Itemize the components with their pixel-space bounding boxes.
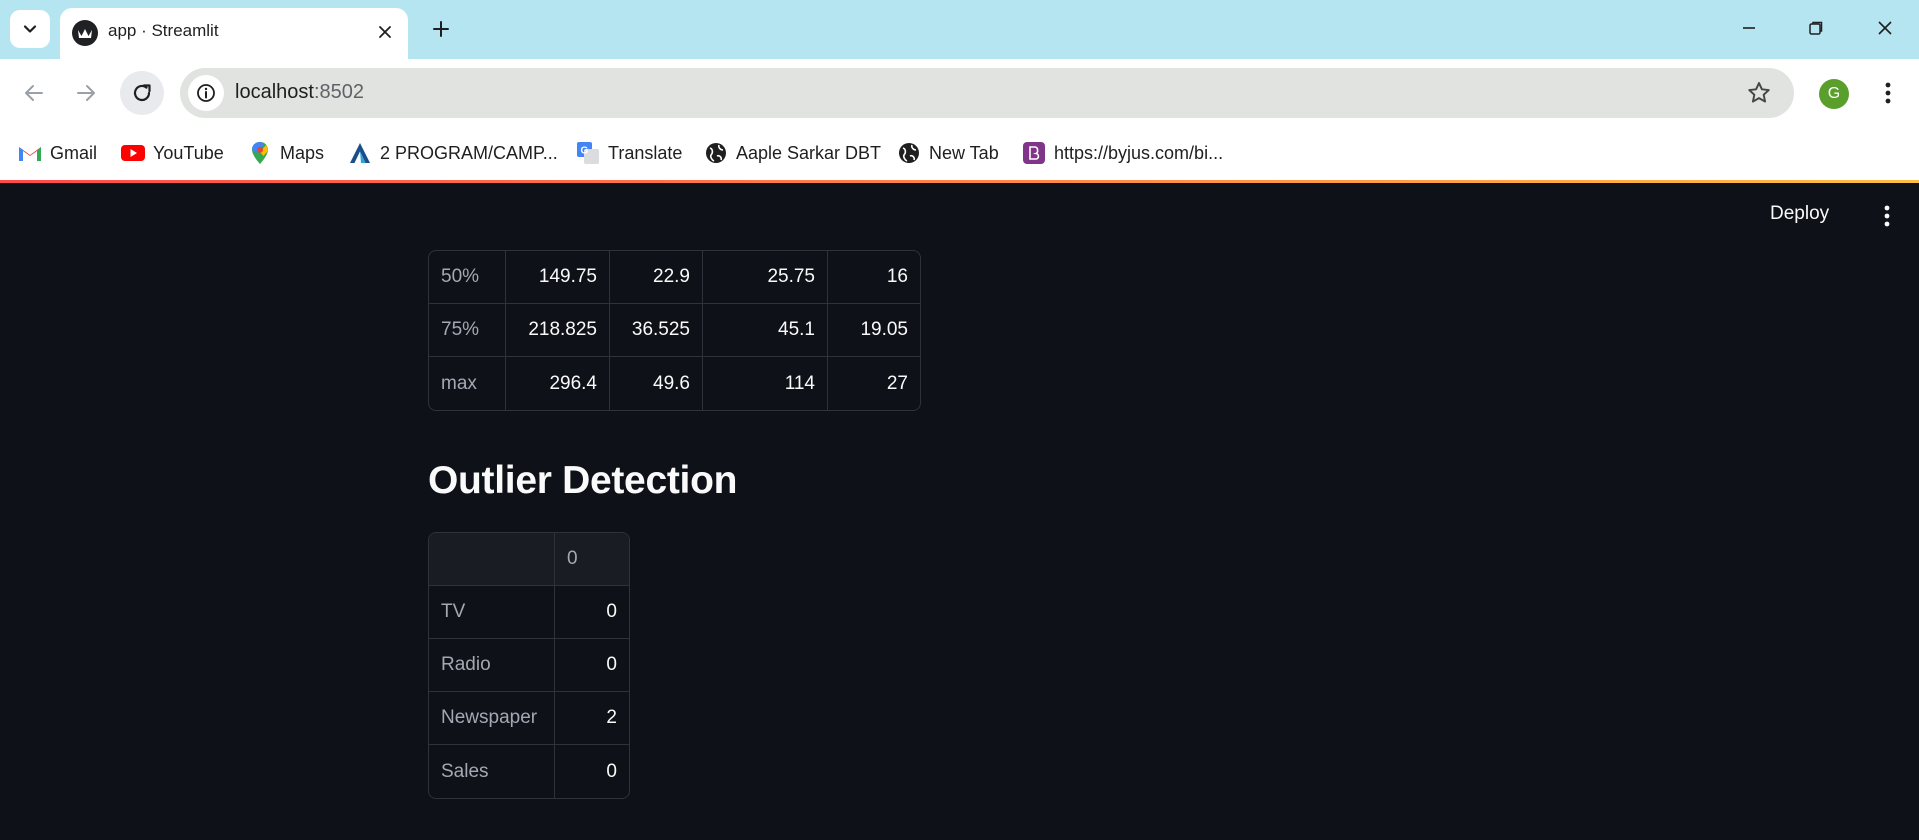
profile-avatar[interactable]: G (1819, 79, 1849, 109)
table-cell: 36.525 (610, 304, 703, 357)
address-bar[interactable]: localhost:8502 (180, 68, 1794, 118)
back-arrow-icon[interactable] (12, 71, 56, 115)
table-cell: 114 (703, 357, 828, 410)
table-cell: 0 (606, 760, 617, 782)
row-index: max (429, 357, 506, 410)
row-index: 75% (429, 304, 506, 357)
close-window-icon[interactable] (1855, 8, 1915, 48)
header-index-cell (429, 533, 555, 586)
bookmark-label: https://byjus.com/bi... (1054, 142, 1224, 163)
bookmark-label: 2 PROGRAM/CAMP... (380, 142, 558, 163)
chevron-down-icon (23, 25, 37, 33)
gmail-icon (18, 141, 42, 165)
table-row: 75% 218.825 36.525 45.1 19.05 (429, 304, 920, 357)
bookmark-gmail[interactable]: Gmail (18, 138, 97, 168)
forward-arrow-icon[interactable] (64, 71, 108, 115)
bookmark-label: Gmail (50, 142, 98, 163)
bookmark-label: Maps (280, 142, 325, 163)
table-cell: 2 (555, 692, 629, 745)
bookmark-program-camp[interactable]: 2 PROGRAM/CAMP... (348, 138, 558, 168)
reload-icon[interactable] (120, 71, 164, 115)
tab-strip: app · Streamlit (0, 0, 1919, 60)
tab-search-button[interactable] (10, 10, 50, 48)
browser-toolbar: localhost:8502 G (0, 59, 1919, 128)
row-index: Newspaper (429, 692, 555, 745)
row-index: Sales (429, 745, 555, 798)
table-cell: 296.4 (506, 357, 610, 410)
table-header-row: 0 (429, 533, 629, 586)
url-port: :8502 (313, 81, 364, 103)
bookmark-label: Translate (608, 142, 683, 163)
globe-icon (897, 141, 921, 165)
bookmark-youtube[interactable]: YouTube (121, 138, 224, 168)
table-row: max 296.4 49.6 114 27 (429, 357, 920, 410)
restore-window-icon[interactable] (1786, 8, 1846, 48)
row-index: TV (429, 586, 555, 639)
outlier-table: 0 TV 0 Radio 0 Newspaper 2 Sales 0 (428, 532, 630, 799)
table-row: Newspaper 2 (429, 692, 629, 745)
streamlit-app: Deploy 50% 149.75 22.9 25.75 16 75% 218.… (0, 183, 1919, 840)
bookmark-new-tab[interactable]: New Tab (897, 138, 999, 168)
bookmark-aaple-sarkar[interactable]: Aaple Sarkar DBT (704, 138, 881, 168)
url-host: localhost (235, 81, 314, 103)
column-header[interactable]: 0 (555, 533, 629, 586)
table-row: 50% 149.75 22.9 25.75 16 (429, 251, 920, 304)
maps-icon (248, 141, 272, 165)
globe-icon (704, 141, 728, 165)
minimize-window-icon[interactable] (1719, 8, 1779, 48)
url-text: localhost:8502 (235, 81, 364, 104)
row-index: Radio (429, 639, 555, 692)
table-cell: 218.825 (506, 304, 610, 357)
tab-close-icon[interactable] (372, 19, 398, 45)
bookmarks-bar: Gmail YouTube Maps 2 PROGRAM/CAMP... G T… (0, 128, 1919, 180)
table-cell: 19.05 (828, 304, 920, 357)
byjus-icon (1022, 141, 1046, 165)
row-index: 50% (429, 251, 506, 304)
program-icon (348, 141, 372, 165)
table-cell: 49.6 (610, 357, 703, 410)
table-row: TV 0 (429, 586, 629, 639)
bookmark-maps[interactable]: Maps (248, 138, 324, 168)
bookmark-label: New Tab (929, 142, 999, 163)
bookmark-translate[interactable]: G Translate (576, 138, 682, 168)
table-cell: 0 (555, 639, 629, 692)
browser-tab-active[interactable]: app · Streamlit (60, 8, 408, 60)
table-row: Sales 0 (429, 745, 629, 798)
translate-icon: G (576, 141, 600, 165)
app-menu-icon[interactable] (1872, 201, 1902, 231)
describe-stats-table: 50% 149.75 22.9 25.75 16 75% 218.825 36.… (428, 250, 921, 411)
table-cell: 149.75 (506, 251, 610, 304)
svg-text:G: G (581, 146, 589, 157)
table-cell: 45.1 (703, 304, 828, 357)
bookmark-label: YouTube (153, 142, 224, 163)
browser-menu-icon[interactable] (1870, 75, 1906, 111)
bookmark-star-icon[interactable] (1746, 80, 1772, 111)
tab-title: app · Streamlit (108, 21, 219, 40)
outlier-detection-heading: Outlier Detection (428, 459, 738, 502)
table-cell: 16 (828, 251, 920, 304)
table-cell: 25.75 (703, 251, 828, 304)
table-cell: 0 (555, 586, 629, 639)
site-info-icon[interactable] (188, 75, 224, 111)
table-cell: 22.9 (610, 251, 703, 304)
youtube-icon (121, 141, 145, 165)
deploy-button[interactable]: Deploy (1770, 203, 1829, 225)
table-cell: 27 (886, 372, 908, 394)
table-row: Radio 0 (429, 639, 629, 692)
streamlit-favicon-icon (72, 20, 98, 46)
bookmark-label: Aaple Sarkar DBT (736, 142, 882, 163)
new-tab-plus-icon[interactable] (424, 12, 458, 46)
bookmark-byjus[interactable]: https://byjus.com/bi... (1022, 138, 1223, 168)
